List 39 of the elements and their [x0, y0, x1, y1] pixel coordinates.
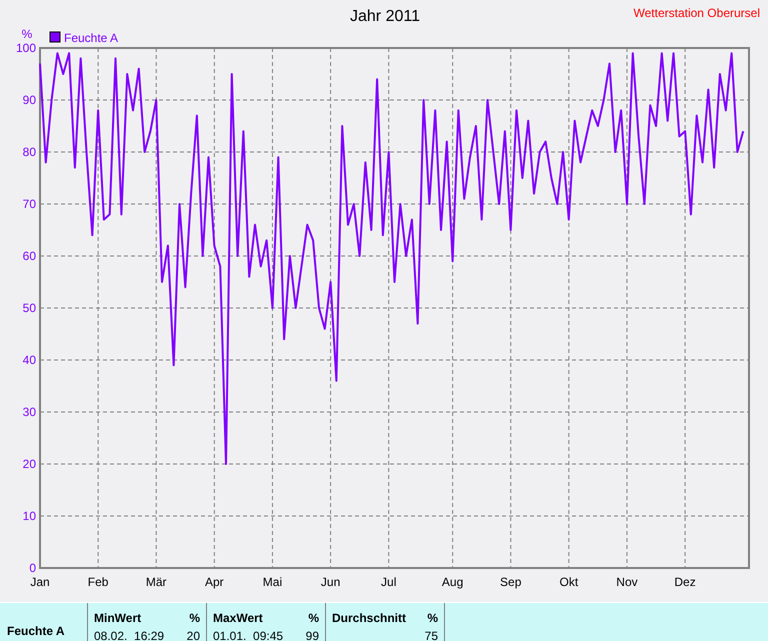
axis-tick-label: 0	[29, 561, 36, 575]
row-label: Feuchte A	[7, 623, 65, 640]
axis-tick-label: 20	[22, 457, 36, 471]
axis-tick-label: Nov	[616, 575, 638, 589]
value-cell-text: 75	[424, 628, 438, 641]
value-cell-text: 20	[186, 628, 200, 641]
axis-tick-label: Mär	[146, 575, 167, 589]
timestamp: 08.02. 16:29	[94, 628, 164, 641]
axis-tick-label: Jan	[30, 575, 50, 589]
axis-unit-label: %	[22, 27, 32, 41]
unit-label: %	[427, 610, 438, 627]
axis-tick-label: 50	[22, 301, 36, 315]
axis-tick-label: Mai	[262, 575, 282, 589]
unit-label: %	[308, 610, 319, 627]
axis-tick-label: 60	[22, 249, 36, 263]
column-heading: MaxWert	[213, 610, 263, 627]
unit-label: %	[189, 610, 200, 627]
axis-tick-label: Jul	[381, 575, 396, 589]
axis-tick-label: Dez	[674, 575, 696, 589]
axis-tick-label: 40	[22, 353, 36, 367]
axis-tick-label: 10	[22, 509, 36, 523]
station-name: Wetterstation Oberursel	[634, 6, 760, 20]
axis-tick-label: 70	[22, 197, 36, 211]
axis-tick-label: Jun	[320, 575, 340, 589]
column-heading: Durchschnitt	[332, 610, 406, 627]
axis-tick-label: Aug	[442, 575, 464, 589]
column-heading: MinWert	[94, 610, 142, 627]
timestamp: 01.01. 09:45	[213, 628, 284, 641]
value-cell-text: 99	[306, 628, 319, 641]
axis-tick-label: 30	[22, 405, 36, 419]
legend-label: Feuchte A	[64, 31, 118, 45]
chart-title: Jahr 2011	[350, 8, 420, 25]
axis-tick-label: Feb	[88, 575, 108, 589]
axis-tick-label: 80	[22, 145, 36, 159]
axis-tick-label: 100	[16, 41, 36, 55]
axis-tick-label: Okt	[560, 575, 578, 589]
axis-tick-label: 90	[22, 93, 36, 107]
axis-tick-label: Apr	[205, 575, 224, 589]
axis-tick-label: Sep	[500, 575, 522, 589]
